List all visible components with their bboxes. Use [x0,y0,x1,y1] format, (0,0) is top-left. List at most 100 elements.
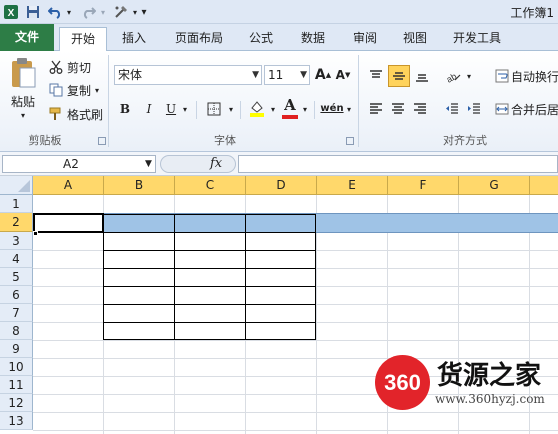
fill-color-icon[interactable] [246,97,268,119]
border-icon[interactable] [204,99,224,119]
orientation-icon[interactable]: ab [442,65,464,87]
column-header-c[interactable]: C [175,176,246,195]
formula-bar-resize-handle[interactable] [160,155,236,173]
shrink-font-glyph: A [335,68,345,82]
undo-icon[interactable] [46,3,64,21]
font-color-button[interactable]: A [282,95,298,115]
column-header-a[interactable]: A [33,176,104,195]
align-center-icon[interactable] [388,99,408,119]
bordered-table [103,214,316,340]
align-right-icon[interactable] [410,99,430,119]
row-header-9[interactable]: 9 [0,340,33,358]
undo-dropdown-icon[interactable]: ▾ [64,3,74,21]
font-separator [314,101,315,119]
phonetic-dropdown-icon[interactable]: ▾ [344,99,354,119]
format-painter-icon[interactable] [48,106,64,122]
row-header-10[interactable]: 10 [0,358,33,376]
align-left-icon[interactable] [366,99,386,119]
fill-color-dropdown-icon[interactable]: ▾ [268,99,278,119]
merge-center-button[interactable]: 合并后居 [511,100,558,118]
column-header-d[interactable]: D [246,176,317,195]
format-tool-icon[interactable] [112,3,130,21]
bold-button[interactable]: B [116,99,134,119]
tab-insert[interactable]: 插入 [110,27,158,51]
underline-dropdown-icon[interactable]: ▾ [180,99,190,119]
align-top-icon[interactable] [366,65,386,87]
copy-button[interactable]: 复制 [66,82,92,98]
column-header-f[interactable]: F [388,176,459,195]
row-header-4[interactable]: 4 [0,250,33,268]
row-header-3[interactable]: 3 [0,232,33,250]
paste-icon[interactable] [6,55,40,91]
column-header-g[interactable]: G [459,176,530,195]
decrease-indent-icon[interactable] [442,99,462,119]
font-color-dropdown-icon[interactable]: ▾ [300,99,310,119]
tab-file[interactable]: 文件 [0,24,54,51]
row-header-2[interactable]: 2 [0,213,33,232]
grow-font-glyph: A [314,67,326,83]
format-painter-button[interactable]: 格式刷 [66,106,104,122]
tab-home[interactable]: 开始 [59,27,107,52]
font-launcher-icon[interactable] [346,137,354,145]
formula-input[interactable] [238,155,558,173]
font-separator [196,101,197,119]
row-header-11[interactable]: 11 [0,376,33,394]
tab-view[interactable]: 视图 [392,27,438,51]
insert-function-button[interactable]: fx [210,155,222,173]
save-icon[interactable] [24,3,42,21]
tab-data[interactable]: 数据 [290,27,336,51]
phonetic-button[interactable]: wén [320,97,344,119]
tab-developer[interactable]: 开发工具 [444,27,510,51]
paste-button[interactable]: 粘贴 [6,93,40,109]
italic-button[interactable]: I [140,99,158,119]
font-size-combo[interactable]: 11 ▼ [264,65,310,85]
tool-dropdown-icon[interactable]: ▾ [130,3,140,21]
wrap-text-button[interactable]: 自动换行 [511,67,558,85]
cut-button[interactable]: 剪切 [66,59,92,75]
align-middle-icon[interactable] [388,65,410,87]
row-header-5[interactable]: 5 [0,268,33,286]
row-header-6[interactable]: 6 [0,286,33,304]
row-header-13[interactable]: 13 [0,412,33,430]
redo-icon[interactable] [80,3,98,21]
orientation-dropdown-icon[interactable]: ▾ [464,65,474,87]
group-separator [108,55,109,147]
select-all-corner[interactable] [0,176,33,195]
font-name-combo[interactable]: 宋体 ▼ [114,65,262,85]
font-separator [240,101,241,119]
excel-icon[interactable]: X [2,3,20,21]
wrap-text-icon[interactable] [494,67,510,85]
table-border [103,286,316,287]
customize-qat-icon[interactable]: ▾ [140,3,148,21]
clipboard-launcher-icon[interactable] [98,137,106,145]
row-header-7[interactable]: 7 [0,304,33,322]
svg-text:X: X [8,8,15,19]
column-header-b[interactable]: B [104,176,175,195]
fill-handle[interactable] [33,231,38,236]
name-box[interactable]: A2 [2,155,156,173]
active-cell[interactable] [33,213,104,233]
align-bottom-icon[interactable] [412,65,432,87]
border-dropdown-icon[interactable]: ▾ [226,99,236,119]
shrink-font-button[interactable]: A ▼ [334,65,352,85]
cut-icon[interactable] [48,59,64,75]
column-header-partial[interactable] [530,176,558,195]
paste-dropdown-icon[interactable]: ▾ [16,109,30,121]
merge-center-icon[interactable] [494,100,510,118]
column-header-e[interactable]: E [317,176,388,195]
name-box-dropdown-icon[interactable]: ▼ [145,155,152,173]
alignment-group-label: 对齐方式 [443,134,487,147]
tab-review[interactable]: 审阅 [342,27,388,51]
row-header-1[interactable]: 1 [0,195,33,213]
copy-dropdown-icon[interactable]: ▾ [92,82,102,98]
tab-formulas[interactable]: 公式 [238,27,284,51]
row-header-12[interactable]: 12 [0,394,33,412]
row-header-8[interactable]: 8 [0,322,33,340]
copy-icon[interactable] [48,82,64,98]
tab-page-layout[interactable]: 页面布局 [164,27,234,51]
grow-font-button[interactable]: A ▲ [314,65,332,85]
underline-button[interactable]: U [164,99,178,119]
redo-dropdown-icon[interactable]: ▾ [98,3,108,21]
ribbon: 粘贴 ▾ 剪切 复制 ▾ 格式刷 剪贴板 宋体 ▼ 11 ▼ A ▲ A ▼ B I… [0,51,558,152]
increase-indent-icon[interactable] [464,99,484,119]
